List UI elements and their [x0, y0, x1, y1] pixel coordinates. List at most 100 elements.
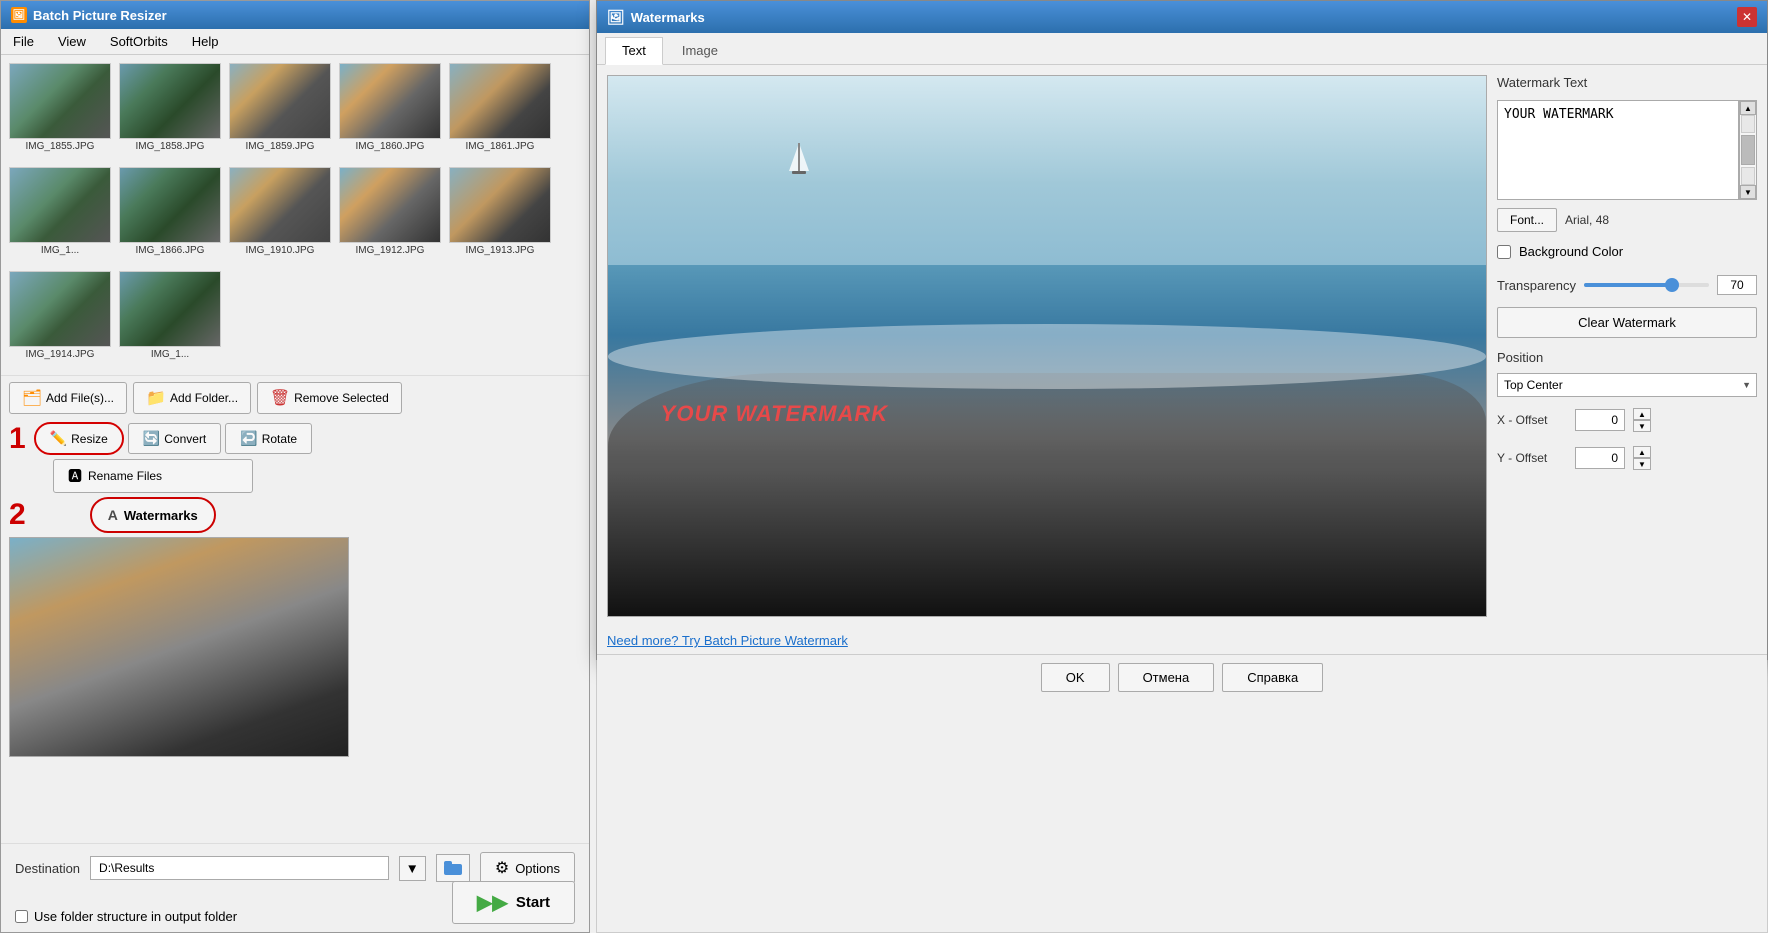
- transparency-slider-thumb[interactable]: [1665, 278, 1679, 292]
- destination-input[interactable]: [90, 856, 389, 880]
- sailboat-svg: [784, 141, 814, 181]
- thumb-image: [9, 63, 111, 139]
- text-scrollbar: ▲ ▼: [1739, 100, 1757, 200]
- thumb-label: IMG_1...: [9, 245, 111, 256]
- start-button[interactable]: ▶▶ Start: [452, 881, 575, 924]
- font-button[interactable]: Font...: [1497, 208, 1557, 232]
- watermarks-label: Watermarks: [124, 508, 198, 523]
- dialog-close-button[interactable]: ✕: [1737, 7, 1757, 27]
- font-row: Font... Arial, 48: [1497, 208, 1757, 232]
- list-item[interactable]: IMG_1...: [5, 163, 115, 267]
- scroll-up-btn[interactable]: ▲: [1740, 101, 1756, 115]
- y-offset-up-btn[interactable]: ▲: [1633, 446, 1651, 458]
- background-color-row: Background Color: [1497, 244, 1757, 259]
- font-button-label: Font...: [1510, 213, 1544, 227]
- dialog-titlebar-left: 🖼 Watermarks: [607, 9, 705, 26]
- list-item[interactable]: IMG_1913.JPG: [445, 163, 555, 267]
- thumb-label: IMG_1855.JPG: [9, 141, 111, 152]
- batch-watermark-link[interactable]: Need more? Try Batch Picture Watermark: [607, 633, 848, 648]
- start-btn-area: ▶▶ Start: [452, 881, 575, 924]
- watermarks-button[interactable]: A Watermarks: [90, 497, 216, 533]
- rotate-icon: ↩️: [240, 430, 257, 447]
- watermarks-dialog: 🖼 Watermarks ✕ Text Image: [596, 0, 1768, 660]
- ok-label: OK: [1066, 670, 1085, 685]
- list-item[interactable]: IMG_1...: [115, 267, 225, 371]
- thumb-label: IMG_1860.JPG: [339, 141, 441, 152]
- tab-image-label: Image: [682, 43, 718, 58]
- destination-browse-btn[interactable]: [436, 854, 470, 882]
- font-info: Arial, 48: [1565, 213, 1609, 227]
- remove-selected-button[interactable]: 🗑 Remove Selected: [257, 382, 402, 414]
- menu-help[interactable]: Help: [188, 32, 223, 51]
- watermark-text-input[interactable]: YOUR WATERMARK: [1497, 100, 1739, 200]
- help-button[interactable]: Справка: [1222, 663, 1323, 692]
- preview-image: [9, 537, 349, 757]
- rotate-button[interactable]: ↩️ Rotate: [225, 423, 312, 454]
- rename-label: Rename Files: [88, 469, 162, 483]
- y-offset-label: Y - Offset: [1497, 451, 1567, 465]
- destination-dropdown-btn[interactable]: ▼: [399, 856, 426, 881]
- thumb-image: [449, 167, 551, 243]
- list-item[interactable]: IMG_1912.JPG: [335, 163, 445, 267]
- list-item[interactable]: IMG_1861.JPG: [445, 59, 555, 163]
- cancel-label: Отмена: [1143, 670, 1190, 685]
- y-offset-input[interactable]: [1575, 447, 1625, 469]
- thumb-label: IMG_1910.JPG: [229, 245, 331, 256]
- thumb-label: IMG_1866.JPG: [119, 245, 221, 256]
- transparency-value-input[interactable]: [1717, 275, 1757, 295]
- position-select[interactable]: Top Left Top Center Top Right Middle Lef…: [1497, 373, 1757, 397]
- preview-area: [1, 533, 589, 761]
- x-offset-label: X - Offset: [1497, 413, 1567, 427]
- start-label: Start: [516, 894, 550, 911]
- resize-button[interactable]: ✏️ Resize: [34, 422, 124, 455]
- list-item[interactable]: IMG_1914.JPG: [5, 267, 115, 371]
- rename-icon: 🅰: [68, 466, 82, 486]
- add-folder-icon: 📁: [146, 388, 166, 408]
- dialog-right-panel: Watermark Text YOUR WATERMARK ▲ ▼ F: [1497, 75, 1757, 617]
- list-item[interactable]: IMG_1855.JPG: [5, 59, 115, 163]
- add-folder-button[interactable]: 📁 Add Folder...: [133, 382, 251, 414]
- list-item[interactable]: IMG_1859.JPG: [225, 59, 335, 163]
- tab-text[interactable]: Text: [605, 37, 663, 65]
- menu-softorbits[interactable]: SoftOrbits: [106, 32, 172, 51]
- menu-file[interactable]: File: [9, 32, 38, 51]
- dialog-preview: YOUR WATERMARK: [607, 75, 1487, 617]
- clear-watermark-label: Clear Watermark: [1578, 315, 1676, 330]
- thumb-image: [229, 63, 331, 139]
- options-button[interactable]: ⚙ Options: [480, 852, 575, 884]
- folder-structure-label: Use folder structure in output folder: [34, 909, 237, 924]
- dialog-footer: OK Отмена Справка: [597, 654, 1767, 700]
- list-item[interactable]: IMG_1858.JPG: [115, 59, 225, 163]
- list-item[interactable]: IMG_1860.JPG: [335, 59, 445, 163]
- rename-files-button[interactable]: 🅰 Rename Files: [53, 459, 253, 493]
- transparency-slider-track[interactable]: [1584, 283, 1709, 287]
- add-files-label: Add File(s)...: [46, 391, 114, 405]
- x-offset-spinners: ▲ ▼: [1633, 408, 1651, 432]
- x-offset-up-btn[interactable]: ▲: [1633, 408, 1651, 420]
- clear-watermark-button[interactable]: Clear Watermark: [1497, 307, 1757, 338]
- watermarks-icon: A: [108, 507, 118, 523]
- transparency-row: Transparency: [1497, 275, 1757, 295]
- gear-icon: ⚙: [495, 858, 509, 878]
- folder-structure-checkbox[interactable]: [15, 910, 28, 923]
- list-item[interactable]: IMG_1866.JPG: [115, 163, 225, 267]
- scroll-down-btn[interactable]: ▼: [1740, 185, 1756, 199]
- menu-view[interactable]: View: [54, 32, 90, 51]
- y-offset-down-btn[interactable]: ▼: [1633, 458, 1651, 470]
- step2-number: 2: [9, 500, 26, 530]
- bg-color-checkbox[interactable]: [1497, 245, 1511, 259]
- x-offset-input[interactable]: [1575, 409, 1625, 431]
- list-item[interactable]: IMG_1910.JPG: [225, 163, 335, 267]
- app-window: 🖼 Batch Picture Resizer File View SoftOr…: [0, 0, 1768, 933]
- convert-button[interactable]: 🔄 Convert: [128, 423, 221, 454]
- x-offset-down-btn[interactable]: ▼: [1633, 420, 1651, 432]
- toolbar: 🗂 Add File(s)... 📁 Add Folder... 🗑 Remov…: [1, 375, 589, 420]
- convert-label: Convert: [164, 432, 206, 446]
- tab-image[interactable]: Image: [665, 37, 735, 64]
- watermark-preview-overlay: YOUR WATERMARK: [661, 401, 888, 427]
- ok-button[interactable]: OK: [1041, 663, 1110, 692]
- thumb-image: [119, 167, 221, 243]
- cancel-button[interactable]: Отмена: [1118, 663, 1215, 692]
- add-files-button[interactable]: 🗂 Add File(s)...: [9, 382, 127, 414]
- step1-number: 1: [9, 424, 26, 454]
